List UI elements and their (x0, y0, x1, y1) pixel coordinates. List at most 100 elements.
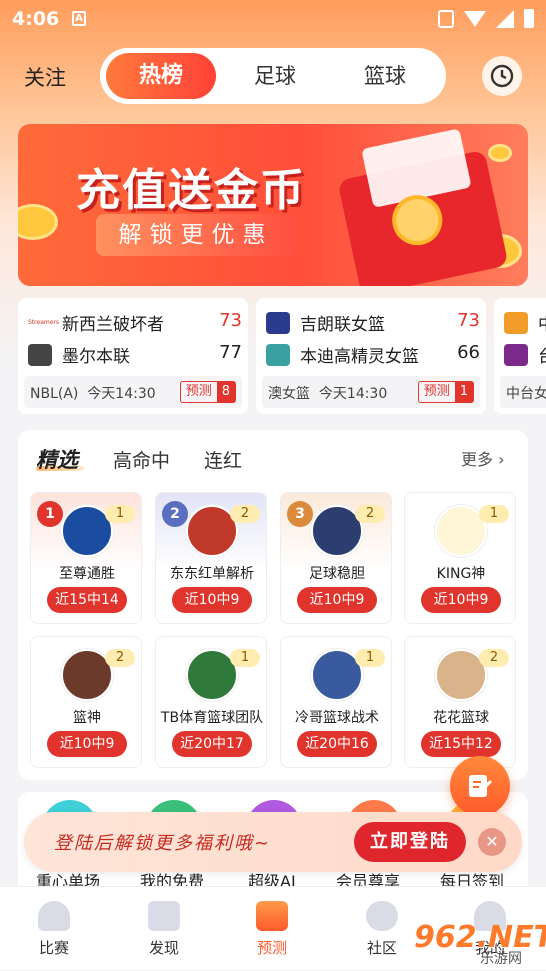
login-button[interactable]: 立即登陆 (354, 822, 466, 862)
match-card[interactable]: 中 台 中台女 (494, 298, 546, 414)
expert-card[interactable]: 3 2 足球稳胆 近10中9 (280, 492, 392, 624)
follow-tab[interactable]: 关注 (24, 62, 66, 92)
expert-card[interactable]: 2 2 东东红单解析 近10中9 (155, 492, 267, 624)
expert-name: TB体育篮球团队 (160, 710, 264, 726)
banner-title: 充值送金币 (76, 165, 306, 216)
community-icon (366, 901, 398, 931)
predict-label: 预测 (423, 384, 450, 399)
home-team: 中 (538, 310, 546, 335)
match-time: 今天14:30 (318, 386, 388, 402)
close-icon[interactable]: ✕ (478, 828, 506, 856)
predict-label: 预测 (185, 384, 212, 399)
expert-card[interactable]: 1 TB体育篮球团队 近20中17 (155, 636, 267, 768)
expert-card[interactable]: 2 花花篮球 近15中12 (404, 636, 516, 768)
history-icon (490, 64, 514, 88)
tab-high-hit[interactable]: 高命中 (113, 446, 170, 473)
login-prompt-text: 登陆后解锁更多福利哦~ (54, 833, 272, 854)
banner-subtitle: 解锁更优惠 (96, 214, 296, 256)
coin-icon (488, 144, 512, 162)
home-team: 吉朗联女篮 (300, 315, 385, 335)
history-button[interactable] (482, 56, 522, 96)
tab-streak[interactable]: 连红 (204, 446, 242, 473)
discover-icon (148, 901, 180, 931)
wifi-icon (464, 10, 486, 27)
nav-item-community[interactable]: 社区 (342, 887, 422, 971)
watermark: 962.NET 乐游网 (414, 920, 546, 967)
predict-count: 8 (216, 382, 235, 402)
segment-football[interactable]: 足球 (250, 48, 300, 104)
top-nav: 关注 热榜 足球 篮球 (0, 44, 546, 106)
away-score: 66 (457, 342, 480, 363)
match-carousel[interactable]: Streamers 新西兰破坏者 73 墨尔本联 77 NBL(A) 今天14:… (18, 298, 546, 414)
expert-name: 足球稳胆 (309, 566, 365, 582)
trophy-icon (38, 901, 70, 931)
record-badge: 近20中17 (172, 731, 252, 757)
notification-icon: A (72, 11, 86, 26)
tab-selected[interactable]: 精选 (36, 444, 78, 474)
more-label: 更多 (461, 450, 494, 469)
count-badge: 1 (105, 505, 135, 523)
expert-name: 至尊通胜 (59, 566, 115, 582)
edit-fab-button[interactable] (450, 756, 510, 816)
status-time: 4:06 (12, 8, 60, 30)
expert-name: 篮神 (73, 710, 101, 726)
nav-label: 社区 (366, 939, 397, 957)
record-badge: 近10中9 (297, 587, 377, 613)
league-name: NBL(A) (30, 386, 79, 402)
league-name: 澳女篮 (268, 386, 310, 402)
match-time: 今天14:30 (87, 386, 156, 402)
team-logo-icon: Streamers (28, 312, 59, 334)
predict-icon (256, 901, 288, 931)
expert-card[interactable]: 1 冷哥篮球战术 近20中16 (280, 636, 392, 768)
away-team: 墨尔本联 (62, 347, 130, 367)
expert-card[interactable]: 1 KING神 近10中9 (404, 492, 516, 624)
predict-button[interactable]: 预测 1 (417, 381, 474, 403)
expert-card[interactable]: 2 篮神 近10中9 (30, 636, 142, 768)
team-logo-icon (266, 312, 290, 334)
record-badge: 近15中12 (421, 731, 501, 757)
home-score: 73 (219, 310, 242, 331)
expert-card[interactable]: 1 1 至尊通胜 近15中14 (30, 492, 142, 624)
count-badge: 2 (479, 649, 509, 667)
home-score: 73 (457, 310, 480, 331)
team-logo-icon (266, 344, 290, 366)
nav-label: 预测 (256, 939, 287, 957)
count-badge: 2 (105, 649, 135, 667)
record-badge: 近15中14 (47, 587, 127, 613)
nav-item-match[interactable]: 比赛 (14, 887, 94, 971)
nav-label: 发现 (148, 939, 179, 957)
away-team: 本迪高精灵女篮 (300, 347, 419, 367)
edit-icon (469, 775, 493, 797)
login-prompt: 登陆后解锁更多福利哦~ 立即登陆 ✕ (24, 812, 522, 872)
league-name: 中台女 (506, 386, 546, 402)
away-score: 77 (219, 342, 242, 363)
record-badge: 近20中16 (297, 731, 377, 757)
home-team: 新西兰破坏者 (62, 315, 164, 335)
featured-experts-panel: 精选 高命中 连红 更多 › 1 1 至尊通胜 近15中14 2 2 东东红单解… (18, 430, 528, 780)
predict-button[interactable]: 预测 8 (179, 381, 236, 403)
promo-banner[interactable]: 充值送金币 解锁更优惠 (18, 124, 528, 286)
rank-badge: 3 (287, 501, 313, 527)
match-card[interactable]: Streamers 新西兰破坏者 73 墨尔本联 77 NBL(A) 今天14:… (18, 298, 248, 414)
count-badge: 2 (355, 505, 385, 523)
team-logo-icon (504, 344, 528, 366)
more-link[interactable]: 更多 › (461, 446, 505, 470)
nav-item-predict[interactable]: 预测 (232, 887, 312, 971)
signal-icon (496, 9, 514, 28)
segment-basketball[interactable]: 篮球 (358, 48, 412, 104)
segment-hot[interactable]: 热榜 (106, 53, 216, 99)
count-badge: 2 (230, 505, 260, 523)
nav-item-discover[interactable]: 发现 (124, 887, 204, 971)
team-logo-icon (28, 344, 52, 366)
count-badge: 1 (230, 649, 260, 667)
segment-control: 热榜 足球 篮球 (100, 48, 446, 104)
vibrate-icon (438, 9, 454, 28)
nav-label: 比赛 (38, 939, 69, 957)
record-badge: 近10中9 (421, 587, 501, 613)
expert-name: KING神 (436, 566, 486, 582)
red-envelope-icon (337, 128, 509, 286)
rank-badge: 1 (37, 501, 63, 527)
expert-name: 冷哥篮球战术 (295, 710, 379, 726)
predict-count: 1 (454, 382, 473, 402)
match-card[interactable]: 吉朗联女篮 73 本迪高精灵女篮 66 澳女篮 今天14:30 预测 1 (256, 298, 486, 414)
